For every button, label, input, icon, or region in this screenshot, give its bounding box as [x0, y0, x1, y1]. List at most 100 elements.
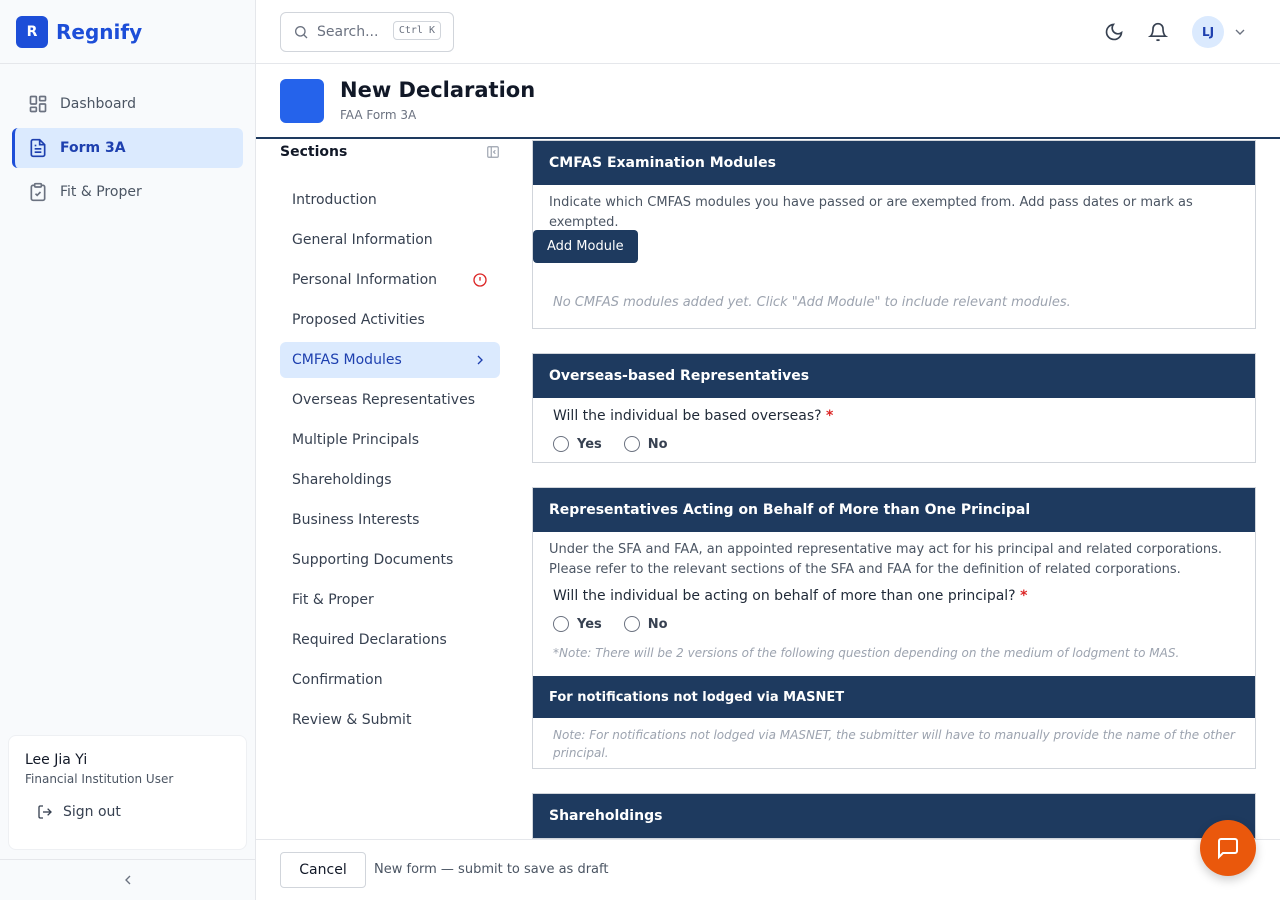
section-label: Required Declarations	[292, 632, 447, 648]
card-description: Under the SFA and FAA, an appointed repr…	[549, 542, 1223, 577]
chevron-left-icon	[120, 872, 136, 888]
sidebar: R Regnify Dashboard Form 3A Fit & Proper…	[0, 0, 256, 900]
brand-name: Regnify	[56, 19, 143, 44]
dark-mode-toggle-icon[interactable]	[1104, 22, 1124, 42]
nav-item-label: Dashboard	[60, 96, 136, 112]
sections-nav: Sections Introduction General Informatio…	[280, 140, 500, 742]
question-label: Will the individual be based overseas? *	[553, 408, 834, 424]
section-label: Business Interests	[292, 512, 420, 528]
search-icon	[293, 24, 309, 40]
chevron-right-icon	[472, 352, 488, 368]
nav-item-dashboard[interactable]: Dashboard	[12, 84, 243, 124]
section-overseas-representatives[interactable]: Overseas Representatives	[280, 382, 500, 418]
subsection-note: Note: For notifications not lodged via M…	[553, 728, 1235, 760]
search-shortcut: Ctrl K	[392, 21, 441, 40]
section-shareholdings[interactable]: Shareholdings	[280, 462, 500, 498]
form-footer: Cancel New form — submit to save as draf…	[256, 839, 1280, 900]
required-mark: *	[1020, 588, 1028, 604]
page-icon	[280, 79, 324, 123]
nav-item-label: Fit & Proper	[60, 184, 142, 200]
sections-title: Sections	[280, 144, 348, 160]
cmfas-card: CMFAS Examination Modules Indicate which…	[532, 140, 1256, 329]
section-label: General Information	[292, 232, 433, 248]
multi-principal-card: Representatives Acting on Behalf of More…	[532, 487, 1256, 769]
section-business-interests[interactable]: Business Interests	[280, 502, 500, 538]
chat-icon	[1216, 836, 1240, 860]
footer-status: New form — submit to save as draft	[374, 862, 609, 877]
required-mark: *	[826, 408, 834, 424]
shareholdings-card: Shareholdings	[532, 793, 1256, 839]
section-supporting-documents[interactable]: Supporting Documents	[280, 542, 500, 578]
alert-circle-icon	[472, 272, 488, 288]
top-bar: Search... Ctrl K LJ	[256, 0, 1280, 64]
subsection-title: For notifications not lodged via MASNET	[533, 676, 1255, 718]
avatar[interactable]: LJ	[1192, 16, 1224, 48]
section-label: Supporting Documents	[292, 552, 454, 568]
question-label: Will the individual be acting on behalf …	[553, 588, 1028, 604]
dashboard-icon	[28, 94, 48, 114]
collapse-sidebar-button[interactable]	[0, 859, 255, 900]
search-placeholder: Search...	[317, 24, 379, 40]
section-personal-information[interactable]: Personal Information	[280, 262, 500, 298]
section-review-submit[interactable]: Review & Submit	[280, 702, 500, 738]
card-title: Shareholdings	[533, 794, 1255, 838]
section-label: Review & Submit	[292, 712, 412, 728]
overseas-yes-radio[interactable]: Yes	[553, 436, 602, 452]
section-fit-proper[interactable]: Fit & Proper	[280, 582, 500, 618]
page-header: New Declaration FAA Form 3A	[256, 64, 1280, 139]
overseas-card: Overseas-based Representatives Will the …	[532, 353, 1256, 463]
radio-group: Yes No	[549, 436, 1239, 452]
card-title: Representatives Acting on Behalf of More…	[533, 488, 1255, 532]
card-title: CMFAS Examination Modules	[533, 141, 1255, 185]
add-module-button[interactable]: Add Module	[533, 230, 638, 263]
section-label: Shareholdings	[292, 472, 392, 488]
cancel-button[interactable]: Cancel	[280, 852, 366, 888]
form-content: CMFAS Examination Modules Indicate which…	[532, 140, 1256, 840]
user-name: Lee Jia Yi	[25, 752, 88, 768]
section-label: Introduction	[292, 192, 377, 208]
page-subtitle: FAA Form 3A	[340, 108, 417, 122]
user-role: Financial Institution User	[25, 772, 174, 786]
multi-yes-radio[interactable]: Yes	[553, 616, 602, 632]
section-cmfas-modules[interactable]: CMFAS Modules	[280, 342, 500, 378]
collapse-panel-icon[interactable]	[486, 145, 500, 159]
empty-state: No CMFAS modules added yet. Click "Add M…	[553, 295, 1071, 310]
nav-item-fit-proper[interactable]: Fit & Proper	[12, 172, 243, 212]
bell-icon[interactable]	[1148, 22, 1168, 42]
sign-out-button[interactable]: Sign out	[37, 804, 246, 820]
card-title: Overseas-based Representatives	[533, 354, 1255, 398]
nav-item-form-3a[interactable]: Form 3A	[12, 128, 243, 168]
section-general-information[interactable]: General Information	[280, 222, 500, 258]
sign-out-label: Sign out	[63, 804, 121, 820]
document-icon	[28, 138, 48, 158]
radio-circle	[623, 436, 640, 452]
section-label: Fit & Proper	[292, 592, 374, 608]
radio-group: Yes No	[549, 616, 1239, 632]
section-introduction[interactable]: Introduction	[280, 182, 500, 218]
page-title: New Declaration	[340, 78, 536, 102]
section-label: Overseas Representatives	[292, 392, 475, 408]
radio-circle	[553, 436, 569, 452]
section-label: CMFAS Modules	[292, 352, 402, 368]
radio-circle	[553, 616, 569, 632]
section-multiple-principals[interactable]: Multiple Principals	[280, 422, 500, 458]
sign-out-icon	[37, 804, 53, 820]
logo: R	[16, 15, 48, 48]
chevron-down-icon[interactable]	[1232, 24, 1248, 40]
note-text: *Note: There will be 2 versions of the f…	[553, 646, 1180, 660]
section-label: Personal Information	[292, 272, 438, 288]
section-label: Confirmation	[292, 672, 383, 688]
brand[interactable]: R Regnify	[0, 0, 255, 64]
section-label: Proposed Activities	[292, 312, 425, 328]
overseas-no-radio[interactable]: No	[623, 436, 668, 452]
multi-no-radio[interactable]: No	[623, 616, 668, 632]
section-label: Multiple Principals	[292, 432, 420, 448]
section-required-declarations[interactable]: Required Declarations	[280, 622, 500, 658]
card-description: Indicate which CMFAS modules you have pa…	[549, 195, 1193, 230]
section-proposed-activities[interactable]: Proposed Activities	[280, 302, 500, 338]
section-confirmation[interactable]: Confirmation	[280, 662, 500, 698]
clipboard-check-icon	[28, 182, 48, 202]
search-input[interactable]: Search... Ctrl K	[280, 12, 454, 52]
radio-circle	[623, 616, 640, 632]
chat-button[interactable]	[1200, 820, 1256, 876]
